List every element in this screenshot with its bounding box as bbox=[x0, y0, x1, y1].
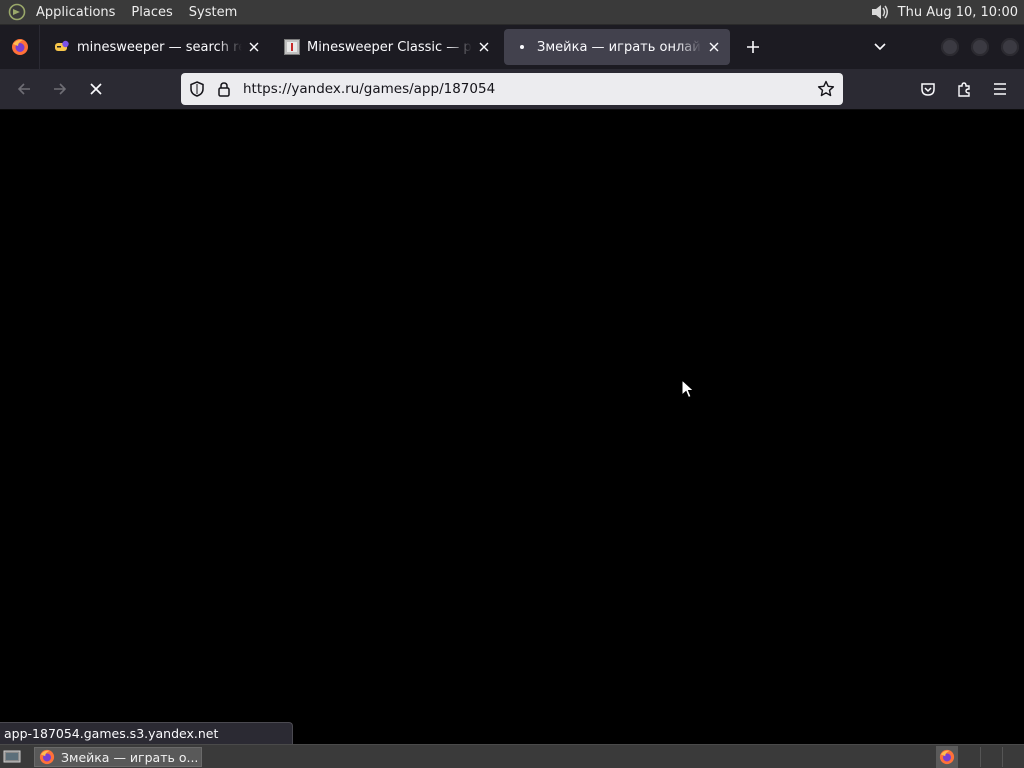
plus-icon bbox=[747, 41, 759, 53]
workspace-2[interactable] bbox=[1002, 747, 1024, 767]
maximize-window-button[interactable] bbox=[971, 38, 989, 56]
tab-title: Minesweeper Classic — play online bbox=[307, 39, 472, 55]
taskbar-window-button[interactable]: Змейка — играть о... bbox=[34, 747, 202, 767]
loading-dot-icon bbox=[514, 39, 530, 55]
back-button[interactable] bbox=[10, 75, 38, 103]
minimize-window-button[interactable] bbox=[941, 38, 959, 56]
close-icon[interactable] bbox=[476, 39, 492, 55]
close-icon[interactable] bbox=[706, 39, 722, 55]
puzzle-icon bbox=[958, 82, 970, 97]
url-text[interactable]: https://yandex.ru/games/app/187054 bbox=[243, 73, 495, 105]
pocket-button[interactable] bbox=[914, 75, 942, 103]
navigation-toolbar: https://yandex.ru/games/app/187054 bbox=[0, 69, 1024, 110]
firefox-view-icon[interactable] bbox=[0, 25, 40, 69]
tab-title: minesweeper — search results bbox=[77, 39, 242, 55]
close-window-button[interactable] bbox=[1001, 38, 1019, 56]
arrow-right-icon bbox=[54, 83, 67, 95]
minesweeper-icon bbox=[284, 39, 300, 55]
arrow-left-icon bbox=[17, 83, 30, 95]
taskbar-window-label: Змейка — играть о... bbox=[61, 749, 199, 765]
applications-menu[interactable]: Applications bbox=[28, 0, 123, 25]
workspace-switcher[interactable] bbox=[980, 747, 1024, 767]
pocket-icon bbox=[921, 83, 935, 96]
bookmark-star-icon[interactable] bbox=[817, 80, 835, 102]
shield-icon[interactable] bbox=[189, 81, 205, 101]
yandex-games-icon bbox=[54, 39, 70, 55]
new-tab-button[interactable] bbox=[738, 32, 768, 62]
extensions-button[interactable] bbox=[950, 75, 978, 103]
tab-snake-game[interactable]: Змейка — играть онлайн бесплатно bbox=[504, 29, 730, 65]
top-panel: Applications Places System Thu Aug 10, 1… bbox=[0, 0, 1024, 25]
hamburger-icon bbox=[994, 83, 1006, 95]
clock[interactable]: Thu Aug 10, 10:00 bbox=[890, 5, 1024, 20]
bottom-panel: Змейка — играть о... bbox=[0, 744, 1024, 768]
desktop-screen: Applications Places System Thu Aug 10, 1… bbox=[0, 0, 1024, 768]
chevron-down-icon bbox=[874, 43, 886, 51]
panel-tray: Thu Aug 10, 10:00 bbox=[868, 0, 1024, 25]
show-desktop-icon[interactable] bbox=[0, 745, 24, 768]
page-content[interactable] bbox=[0, 110, 1024, 744]
stop-loading-button[interactable] bbox=[82, 75, 110, 103]
tab-strip: minesweeper — search results Minesweeper… bbox=[0, 25, 1024, 69]
tab-minesweeper-classic[interactable]: Minesweeper Classic — play online bbox=[274, 29, 500, 65]
gnome-foot-icon[interactable] bbox=[6, 1, 28, 23]
places-menu[interactable]: Places bbox=[123, 0, 180, 25]
url-bar[interactable]: https://yandex.ru/games/app/187054 bbox=[181, 73, 843, 105]
workspace-1[interactable] bbox=[980, 747, 1002, 767]
firefox-tray-icon[interactable] bbox=[936, 746, 958, 768]
forward-button[interactable] bbox=[46, 75, 74, 103]
mouse-cursor-icon bbox=[681, 379, 695, 399]
tab-minesweeper-search[interactable]: minesweeper — search results bbox=[44, 29, 270, 65]
volume-icon[interactable] bbox=[868, 1, 890, 23]
lock-icon[interactable] bbox=[217, 81, 231, 101]
app-menu-button[interactable] bbox=[986, 75, 1014, 103]
system-menu[interactable]: System bbox=[181, 0, 245, 25]
close-icon[interactable] bbox=[246, 39, 262, 55]
tab-title: Змейка — играть онлайн бесплатно bbox=[537, 39, 702, 55]
firefox-icon bbox=[39, 749, 55, 765]
list-all-tabs-button[interactable] bbox=[866, 33, 894, 61]
close-icon bbox=[90, 83, 102, 95]
status-panel: app-187054.games.s3.yandex.net bbox=[0, 722, 293, 744]
